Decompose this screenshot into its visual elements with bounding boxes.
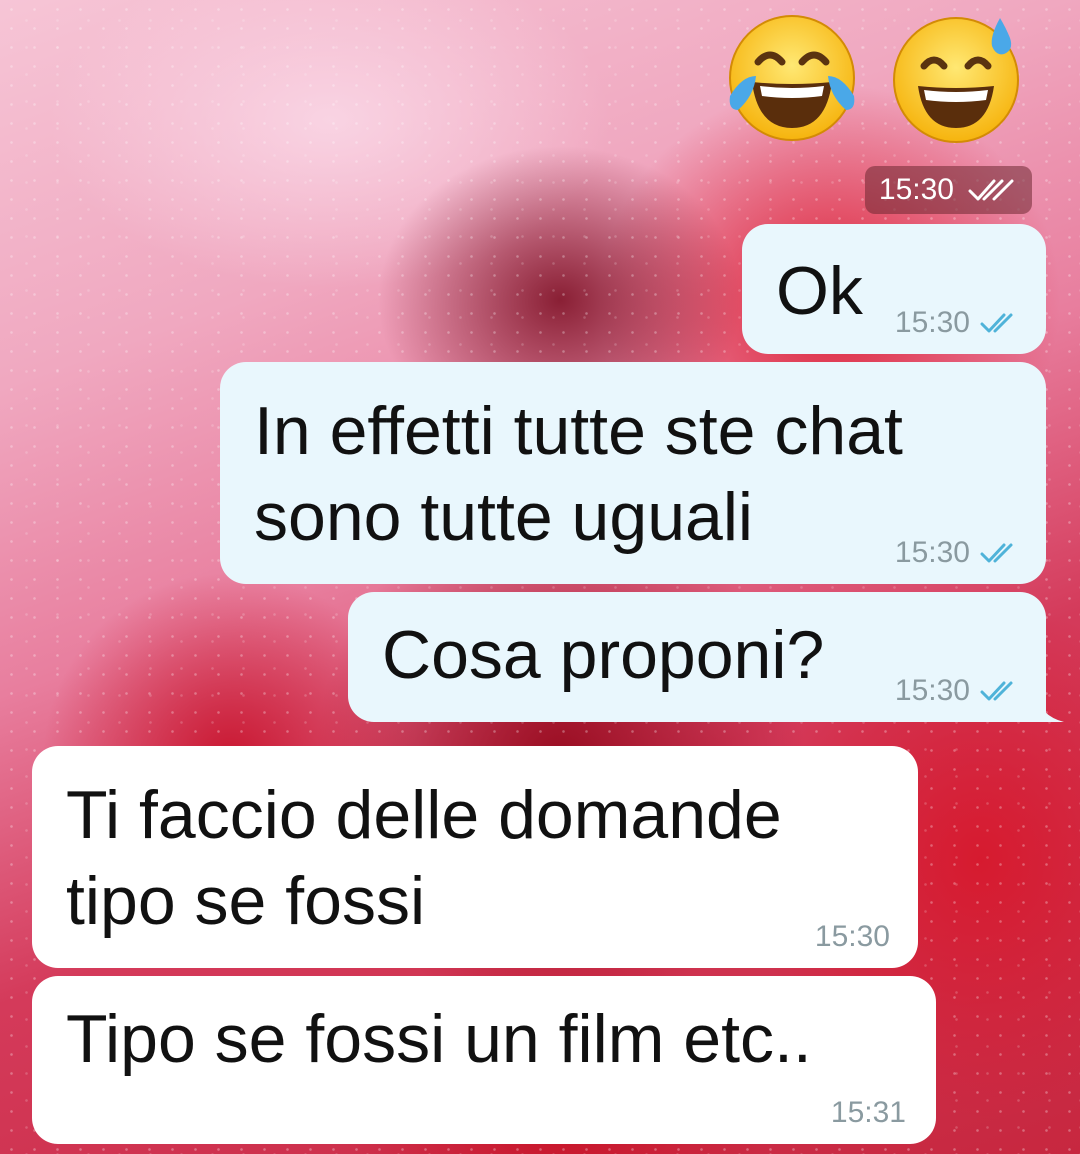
message-time: 15:30 — [894, 306, 970, 339]
message-text: Ti faccio delle domande tipo se fossi — [66, 777, 782, 939]
message-text: Ok — [776, 253, 863, 329]
message-time: 15:30 — [878, 173, 954, 206]
message-meta: 15:31 — [831, 1096, 906, 1130]
message-meta: 15:30 — [815, 920, 890, 954]
message-time: 15:30 — [894, 674, 970, 707]
message-meta: 15:30 — [895, 674, 1024, 708]
double-check-read-icon — [980, 541, 1024, 565]
double-check-read-icon — [980, 679, 1024, 703]
message-bubble-outgoing[interactable]: Ok 15:30 — [742, 224, 1046, 354]
message-text: Cosa proponi? — [382, 617, 825, 693]
message-time: 15:31 — [830, 1096, 906, 1129]
double-check-icon — [968, 177, 1014, 203]
bubble-tail — [1034, 692, 1064, 722]
message-text: In effetti tutte ste chat sono tutte ugu… — [254, 393, 903, 555]
message-time: 15:30 — [894, 536, 970, 569]
emoji-message-meta: 15:30 — [864, 166, 1032, 214]
emoji-message[interactable] — [724, 10, 1024, 146]
double-check-read-icon — [980, 311, 1024, 335]
message-text: Tipo se fossi un film etc.. — [66, 1001, 812, 1077]
face-with-tears-of-joy-icon — [724, 10, 860, 146]
message-bubble-incoming[interactable]: Ti faccio delle domande tipo se fossi 15… — [32, 746, 918, 968]
message-bubble-outgoing[interactable]: In effetti tutte ste chat sono tutte ugu… — [220, 362, 1046, 584]
grinning-face-with-sweat-icon — [888, 10, 1024, 146]
message-meta: 15:30 — [895, 536, 1024, 570]
message-meta: 15:30 — [895, 306, 1024, 340]
message-time: 15:30 — [814, 920, 890, 953]
message-bubble-outgoing[interactable]: Cosa proponi? 15:30 — [348, 592, 1064, 722]
message-bubble-incoming[interactable]: Tipo se fossi un film etc.. 15:31 — [32, 976, 936, 1144]
